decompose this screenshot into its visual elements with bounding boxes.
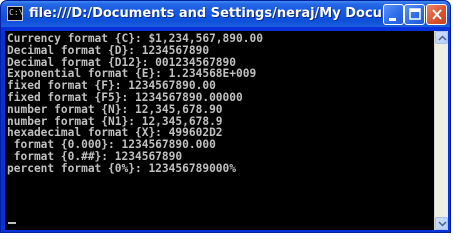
console-window: C:\ file:///D:/Documents and Settings/ne… <box>0 0 451 233</box>
close-button[interactable] <box>426 4 447 25</box>
vertical-scrollbar[interactable] <box>434 31 448 230</box>
close-icon <box>432 9 442 20</box>
console-line: percent format {0%}: 123456789000% <box>7 161 237 175</box>
maximize-button[interactable] <box>404 4 425 25</box>
chevron-down-icon <box>438 221 447 227</box>
console-line: number format {N}: 12,345,678.90 <box>7 102 223 116</box>
maximize-icon <box>409 8 421 20</box>
console-line: format {0.##}: 1234567890 <box>7 149 183 163</box>
minimize-icon <box>389 18 396 21</box>
title-bar[interactable]: C:\ file:///D:/Documents and Settings/ne… <box>1 1 450 27</box>
chevron-up-icon <box>438 35 447 41</box>
minimize-button[interactable] <box>383 4 404 25</box>
text-cursor <box>8 222 16 224</box>
window-title: file:///D:/Documents and Settings/neraj/… <box>29 6 389 21</box>
scroll-up-button[interactable] <box>435 31 448 44</box>
console-line: fixed format {F5}: 1234567890.00000 <box>7 90 243 104</box>
console-output[interactable]: Currency format {C}: $1,234,567,890.00 D… <box>5 31 434 230</box>
console-icon[interactable]: C:\ <box>7 6 23 21</box>
console-line: Decimal format {D}: 1234567890 <box>7 43 210 57</box>
console-lines: Currency format {C}: $1,234,567,890.00 D… <box>7 33 263 175</box>
scroll-down-button[interactable] <box>435 217 448 230</box>
